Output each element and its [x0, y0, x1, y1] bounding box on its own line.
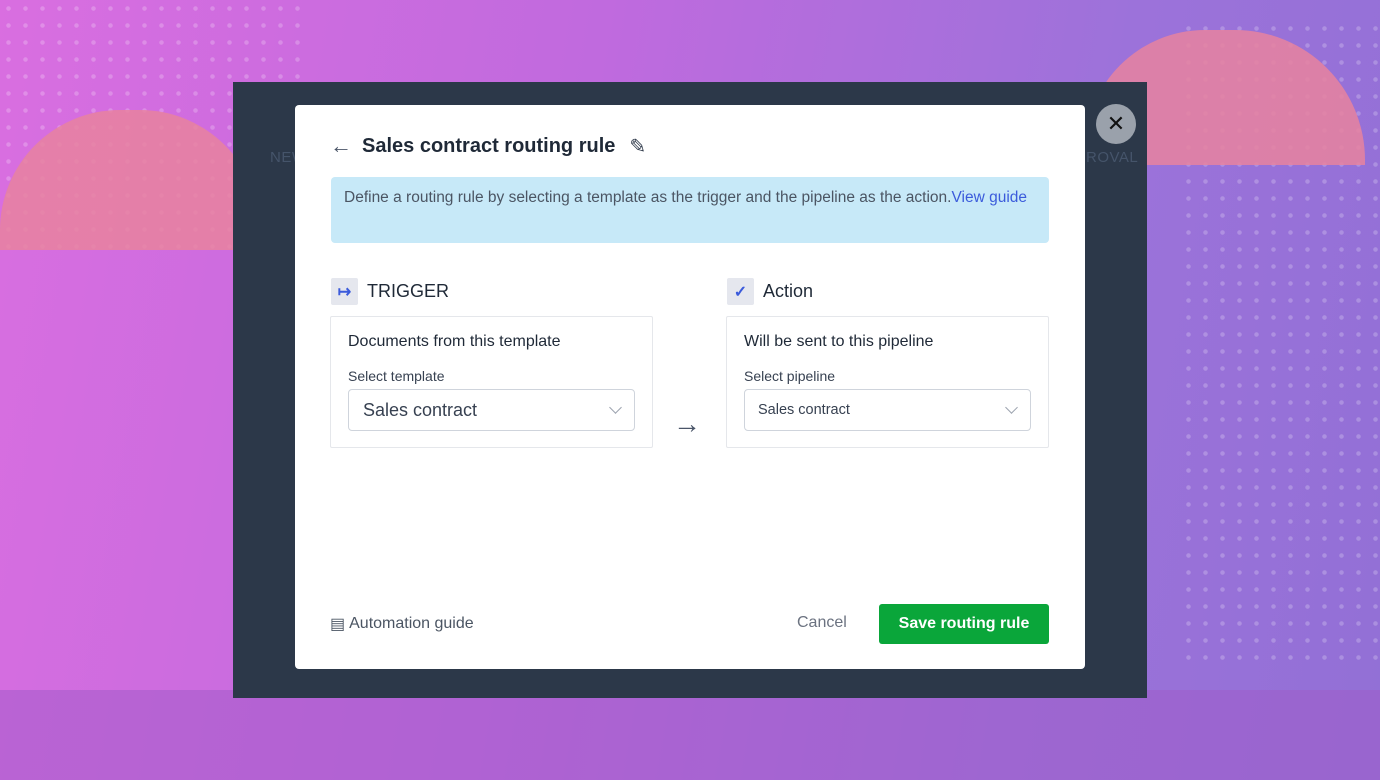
action-card-title: Will be sent to this pipeline — [744, 333, 934, 350]
check-icon: ✓ — [727, 278, 754, 305]
trigger-heading: ↦ TRIGGER — [331, 278, 449, 305]
select-pipeline-label: Select pipeline — [744, 368, 836, 384]
save-routing-rule-button[interactable]: Save routing rule — [879, 604, 1049, 644]
info-text: Define a routing rule by selecting a tem… — [344, 189, 952, 206]
info-banner: Define a routing rule by selecting a tem… — [331, 177, 1049, 243]
template-select-value: Sales contract — [363, 399, 478, 420]
trigger-card-title: Documents from this template — [348, 333, 561, 350]
right-arrow-icon: → — [673, 408, 701, 439]
trigger-arrow-icon: ↦ — [331, 278, 358, 305]
action-card: Will be sent to this pipeline Select pip… — [726, 316, 1049, 448]
pipeline-select-value: Sales contract — [758, 402, 850, 418]
automation-guide-link[interactable]: ▤ Automation guide — [330, 614, 474, 634]
trigger-card: Documents from this template Select temp… — [330, 316, 653, 448]
chevron-down-icon — [609, 401, 622, 414]
close-button[interactable]: ✕ — [1096, 104, 1136, 144]
select-template-label: Select template — [348, 368, 445, 384]
pipeline-select[interactable]: Sales contract — [744, 389, 1031, 431]
dialog-title: Sales contract routing rule — [362, 134, 616, 157]
bg-column-approval: ROVAL — [1086, 149, 1139, 166]
back-arrow-icon[interactable]: ← — [330, 133, 352, 159]
cancel-button[interactable]: Cancel — [797, 614, 847, 632]
view-guide-link[interactable]: View guide — [951, 189, 1027, 206]
template-select[interactable]: Sales contract — [348, 389, 635, 431]
edit-pencil-icon[interactable]: ✎ — [629, 134, 646, 159]
chevron-down-icon — [1005, 401, 1018, 414]
background-floor — [0, 690, 1380, 780]
close-icon: ✕ — [1106, 111, 1126, 136]
trigger-label: TRIGGER — [367, 281, 450, 301]
book-icon: ▤ — [330, 616, 346, 633]
action-heading: ✓ Action — [727, 278, 813, 305]
routing-rule-dialog: ← Sales contract routing rule ✎ Define a… — [295, 105, 1085, 669]
action-label: Action — [763, 281, 814, 301]
automation-guide-label: Automation guide — [349, 615, 474, 632]
